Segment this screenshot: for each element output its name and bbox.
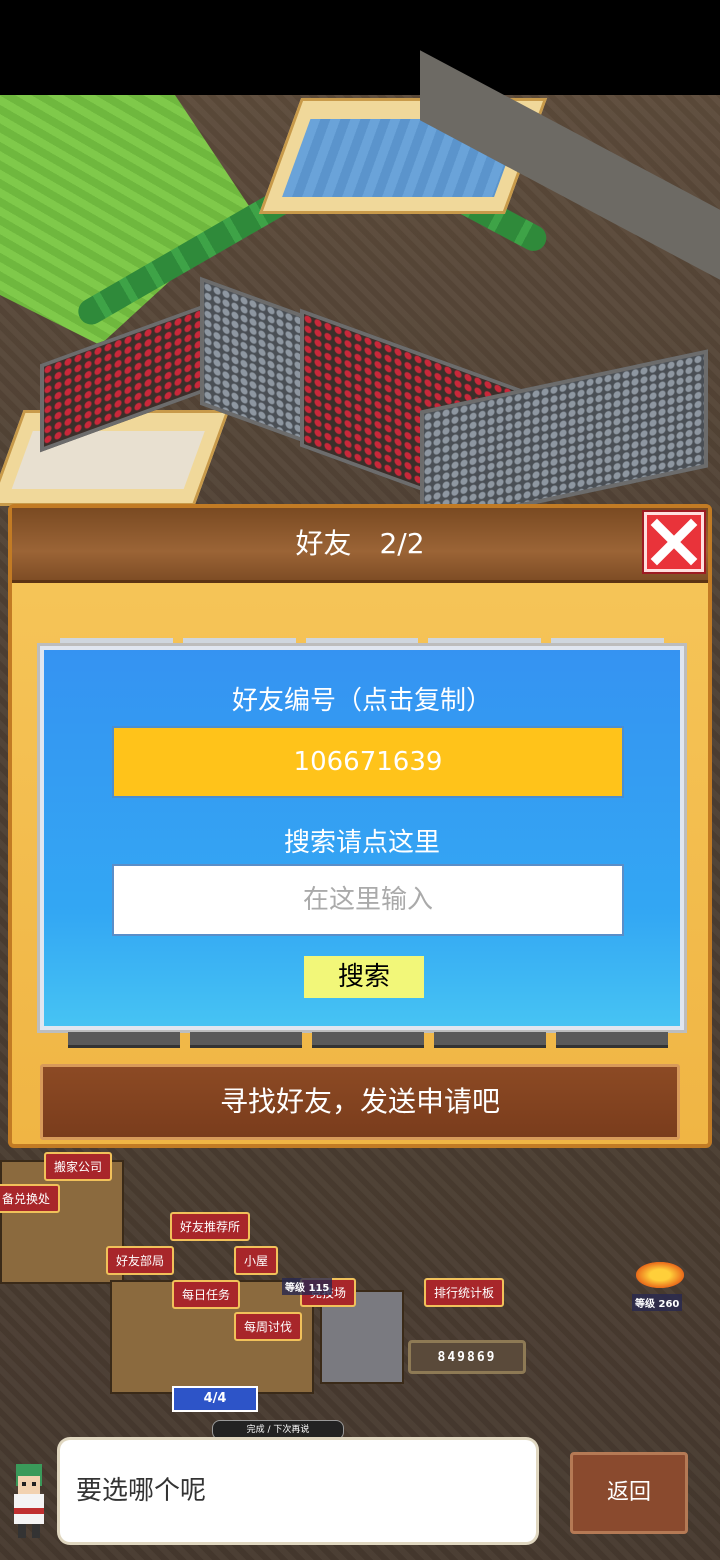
friend-id-panel: 好友编号（点击复制） 106671639 搜索请点这里 在这里输入 搜索 [37,643,687,1033]
level-label: 等级 115 [282,1278,333,1295]
tag-friend-recommend[interactable]: 好友推荐所 [170,1212,251,1241]
complete-later-bar[interactable]: 完成 / 下次再说 [212,1420,344,1440]
tag-exchange[interactable]: 备兑换处 [0,1184,61,1213]
character-avatar [2,1458,54,1542]
panel-top-tabs [40,638,684,646]
back-button[interactable]: 返回 [570,1452,688,1534]
tag-moving-company[interactable]: 搬家公司 [44,1152,113,1181]
search-button[interactable]: 搜索 [304,956,424,998]
friend-id-label: 好友编号（点击复制） [231,686,492,716]
treasure-icon[interactable] [636,1262,684,1288]
friends-dialog: 好友 2/2 好友编号（点击复制） 106671639 搜索请点这里 在这里输入… [8,504,712,1148]
tag-weekly-subjugation[interactable]: 每周讨伐 [234,1312,303,1341]
dialog-title: 好友 2/2 [295,527,425,560]
chat-message: 要选哪个呢 [76,1476,207,1506]
tag-daily-tasks[interactable]: 每日任务 [172,1280,241,1309]
find-friends-button[interactable]: 寻找好友，发送申请吧 [40,1064,680,1140]
progress-counter: 4/4 [172,1386,258,1412]
tag-ranking-board[interactable]: 排行统计板 [424,1278,505,1307]
level-label: 等级 260 [632,1294,683,1311]
tag-cabin[interactable]: 小屋 [234,1246,279,1275]
chat-bubble: 要选哪个呢 [60,1440,536,1542]
status-bar-area [0,0,720,95]
close-icon [650,518,698,566]
search-label: 搜索请点这里 [283,828,440,858]
friend-search-input[interactable]: 在这里输入 [112,864,624,936]
friend-id-copy-field[interactable]: 106671639 [112,726,624,798]
score-board: 849869 [408,1340,526,1374]
close-button[interactable] [644,512,704,572]
game-screen: 搬家公司 备兑换处 好友推荐所 好友部局 小屋 每日任务 竞技场 每周讨伐 排行… [0,0,720,1560]
panel-bottom-tabs [68,1032,668,1048]
tag-friend-department[interactable]: 好友部局 [106,1246,175,1275]
